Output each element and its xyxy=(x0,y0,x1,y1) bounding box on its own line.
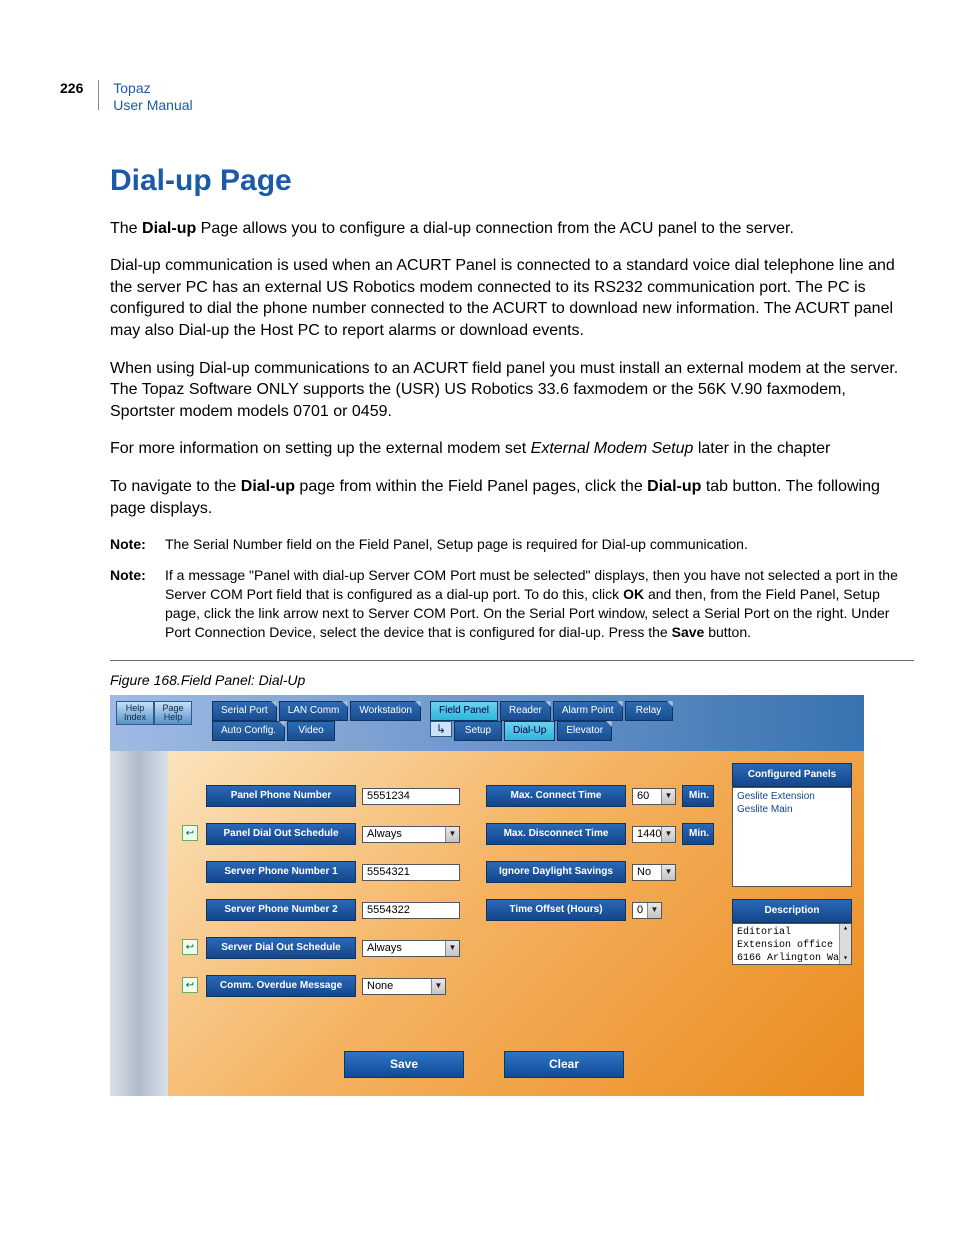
configured-panels-header: Configured Panels xyxy=(732,763,852,787)
help-buttons: HelpIndex PageHelp xyxy=(116,701,192,725)
save-button[interactable]: Save xyxy=(344,1051,464,1077)
tab-setup[interactable]: Setup xyxy=(454,721,502,741)
body-text: The Dial-up Page allows you to configure… xyxy=(110,218,914,1097)
paragraph-3: When using Dial-up communications to an … xyxy=(110,358,914,423)
form-area: Panel Phone Number ↩ Panel Dial Out Sche… xyxy=(168,751,864,1096)
chevron-down-icon: ▼ xyxy=(445,941,459,956)
button-row: Save Clear xyxy=(344,1051,624,1077)
row-server-dial-sched: Server Dial Out Schedule Always▼ xyxy=(206,937,460,959)
tab-row-upper-right: Field Panel Reader Alarm Point Relay xyxy=(430,701,673,721)
row-comm-overdue: Comm. Overdue Message None▼ xyxy=(206,975,446,997)
chevron-down-icon: ▼ xyxy=(431,979,445,994)
label-comm-overdue: Comm. Overdue Message xyxy=(206,975,356,997)
horizontal-rule xyxy=(110,660,914,661)
link-icon[interactable]: ↩ xyxy=(182,939,198,955)
label-ignore-dst: Ignore Daylight Savings xyxy=(486,861,626,883)
note-2: Note: If a message "Panel with dial-up S… xyxy=(110,566,914,642)
help-index-button[interactable]: HelpIndex xyxy=(116,701,154,725)
screenshot-field-panel-dialup: HelpIndex PageHelp Serial Port LAN Comm … xyxy=(110,695,864,1096)
label-panel-dial-sched: Panel Dial Out Schedule xyxy=(206,823,356,845)
tab-row-lower-right: ↳ Setup Dial-Up Elevator xyxy=(430,721,612,741)
description-header: Description xyxy=(732,899,852,923)
tab-video[interactable]: Video xyxy=(287,721,335,741)
dropdown-time-offset[interactable]: 0▼ xyxy=(632,902,662,919)
configured-panels-listbox[interactable]: Geslite Extension Geslite Main xyxy=(732,787,852,887)
tab-alarm-point[interactable]: Alarm Point xyxy=(553,701,623,721)
page-help-button[interactable]: PageHelp xyxy=(154,701,192,725)
tab-row-upper-left: Serial Port LAN Comm Workstation xyxy=(212,701,421,721)
dropdown-max-connect[interactable]: 60▼ xyxy=(632,788,676,805)
row-panel-dial-sched: Panel Dial Out Schedule Always▼ xyxy=(206,823,460,845)
tab-auto-config[interactable]: Auto Config. xyxy=(212,721,285,741)
row-time-offset: Time Offset (Hours) 0▼ xyxy=(486,899,662,921)
dropdown-panel-dial-sched[interactable]: Always▼ xyxy=(362,826,460,843)
dropdown-server-dial-sched[interactable]: Always▼ xyxy=(362,940,460,957)
chevron-down-icon: ▼ xyxy=(661,865,675,880)
clear-button[interactable]: Clear xyxy=(504,1051,624,1077)
description-textarea[interactable]: Editorial Extension office 6166 Arlingto… xyxy=(732,923,852,965)
doc-title-line2: User Manual xyxy=(113,97,192,113)
input-server-phone-2[interactable] xyxy=(362,902,460,919)
row-server-phone-1: Server Phone Number 1 xyxy=(206,861,460,883)
scrollbar[interactable] xyxy=(839,924,851,964)
row-max-disconnect: Max. Disconnect Time 1440▼ Min. xyxy=(486,823,714,845)
tab-elevator[interactable]: Elevator xyxy=(557,721,612,741)
doc-title-line1: Topaz xyxy=(113,80,150,96)
chevron-down-icon: ▼ xyxy=(661,789,675,804)
chevron-down-icon: ▼ xyxy=(445,827,459,842)
unit-min: Min. xyxy=(682,785,714,807)
row-server-phone-2: Server Phone Number 2 xyxy=(206,899,460,921)
label-panel-phone: Panel Phone Number xyxy=(206,785,356,807)
input-server-phone-1[interactable] xyxy=(362,864,460,881)
page-heading: Dial-up Page xyxy=(110,164,914,198)
label-server-phone-2: Server Phone Number 2 xyxy=(206,899,356,921)
list-item[interactable]: Geslite Extension xyxy=(737,790,847,803)
side-steel xyxy=(110,751,168,1096)
link-icon[interactable]: ↩ xyxy=(182,825,198,841)
row-ignore-dst: Ignore Daylight Savings No▼ xyxy=(486,861,676,883)
topbar: HelpIndex PageHelp Serial Port LAN Comm … xyxy=(110,695,864,751)
label-server-phone-1: Server Phone Number 1 xyxy=(206,861,356,883)
doc-title: Topaz User Manual xyxy=(113,80,192,114)
label-max-connect: Max. Connect Time xyxy=(486,785,626,807)
note-text: If a message "Panel with dial-up Server … xyxy=(165,566,914,642)
tab-field-panel[interactable]: Field Panel xyxy=(430,701,498,721)
tab-dial-up[interactable]: Dial-Up xyxy=(504,721,555,741)
label-server-dial-sched: Server Dial Out Schedule xyxy=(206,937,356,959)
note-text: The Serial Number field on the Field Pan… xyxy=(165,535,914,554)
paragraph-1: The Dial-up Page allows you to configure… xyxy=(110,218,914,240)
header-divider xyxy=(98,80,99,110)
tab-row-lower-left: Auto Config. Video xyxy=(212,721,335,741)
chevron-down-icon: ▼ xyxy=(647,903,661,918)
description-block: Description Editorial Extension office 6… xyxy=(732,899,852,965)
list-item[interactable]: Geslite Main xyxy=(737,803,847,816)
chevron-down-icon: ▼ xyxy=(661,827,675,842)
unit-min: Min. xyxy=(682,823,714,845)
tab-workstation[interactable]: Workstation xyxy=(350,701,421,721)
label-max-disconnect: Max. Disconnect Time xyxy=(486,823,626,845)
page-number: 226 xyxy=(60,80,83,96)
input-panel-phone[interactable] xyxy=(362,788,460,805)
dropdown-ignore-dst[interactable]: No▼ xyxy=(632,864,676,881)
tab-relay[interactable]: Relay xyxy=(625,701,673,721)
link-icon[interactable]: ↩ xyxy=(182,977,198,993)
page-header: 226 Topaz User Manual xyxy=(60,80,914,114)
paragraph-4: For more information on setting up the e… xyxy=(110,438,914,460)
row-panel-phone: Panel Phone Number xyxy=(206,785,460,807)
subtab-arrow-icon: ↳ xyxy=(430,721,452,737)
tab-reader[interactable]: Reader xyxy=(500,701,551,721)
configured-panels-block: Configured Panels Geslite Extension Gesl… xyxy=(732,763,852,887)
tab-serial-port[interactable]: Serial Port xyxy=(212,701,277,721)
dropdown-comm-overdue[interactable]: None▼ xyxy=(362,978,446,995)
tab-lan-comm[interactable]: LAN Comm xyxy=(279,701,349,721)
note-label: Note: xyxy=(110,566,165,642)
paragraph-5: To navigate to the Dial-up page from wit… xyxy=(110,476,914,519)
row-max-connect: Max. Connect Time 60▼ Min. xyxy=(486,785,714,807)
figure-caption: Figure 168.Field Panel: Dial-Up xyxy=(110,671,914,690)
dropdown-max-disconnect[interactable]: 1440▼ xyxy=(632,826,676,843)
paragraph-2: Dial-up communication is used when an AC… xyxy=(110,255,914,341)
note-label: Note: xyxy=(110,535,165,554)
label-time-offset: Time Offset (Hours) xyxy=(486,899,626,921)
note-1: Note: The Serial Number field on the Fie… xyxy=(110,535,914,554)
